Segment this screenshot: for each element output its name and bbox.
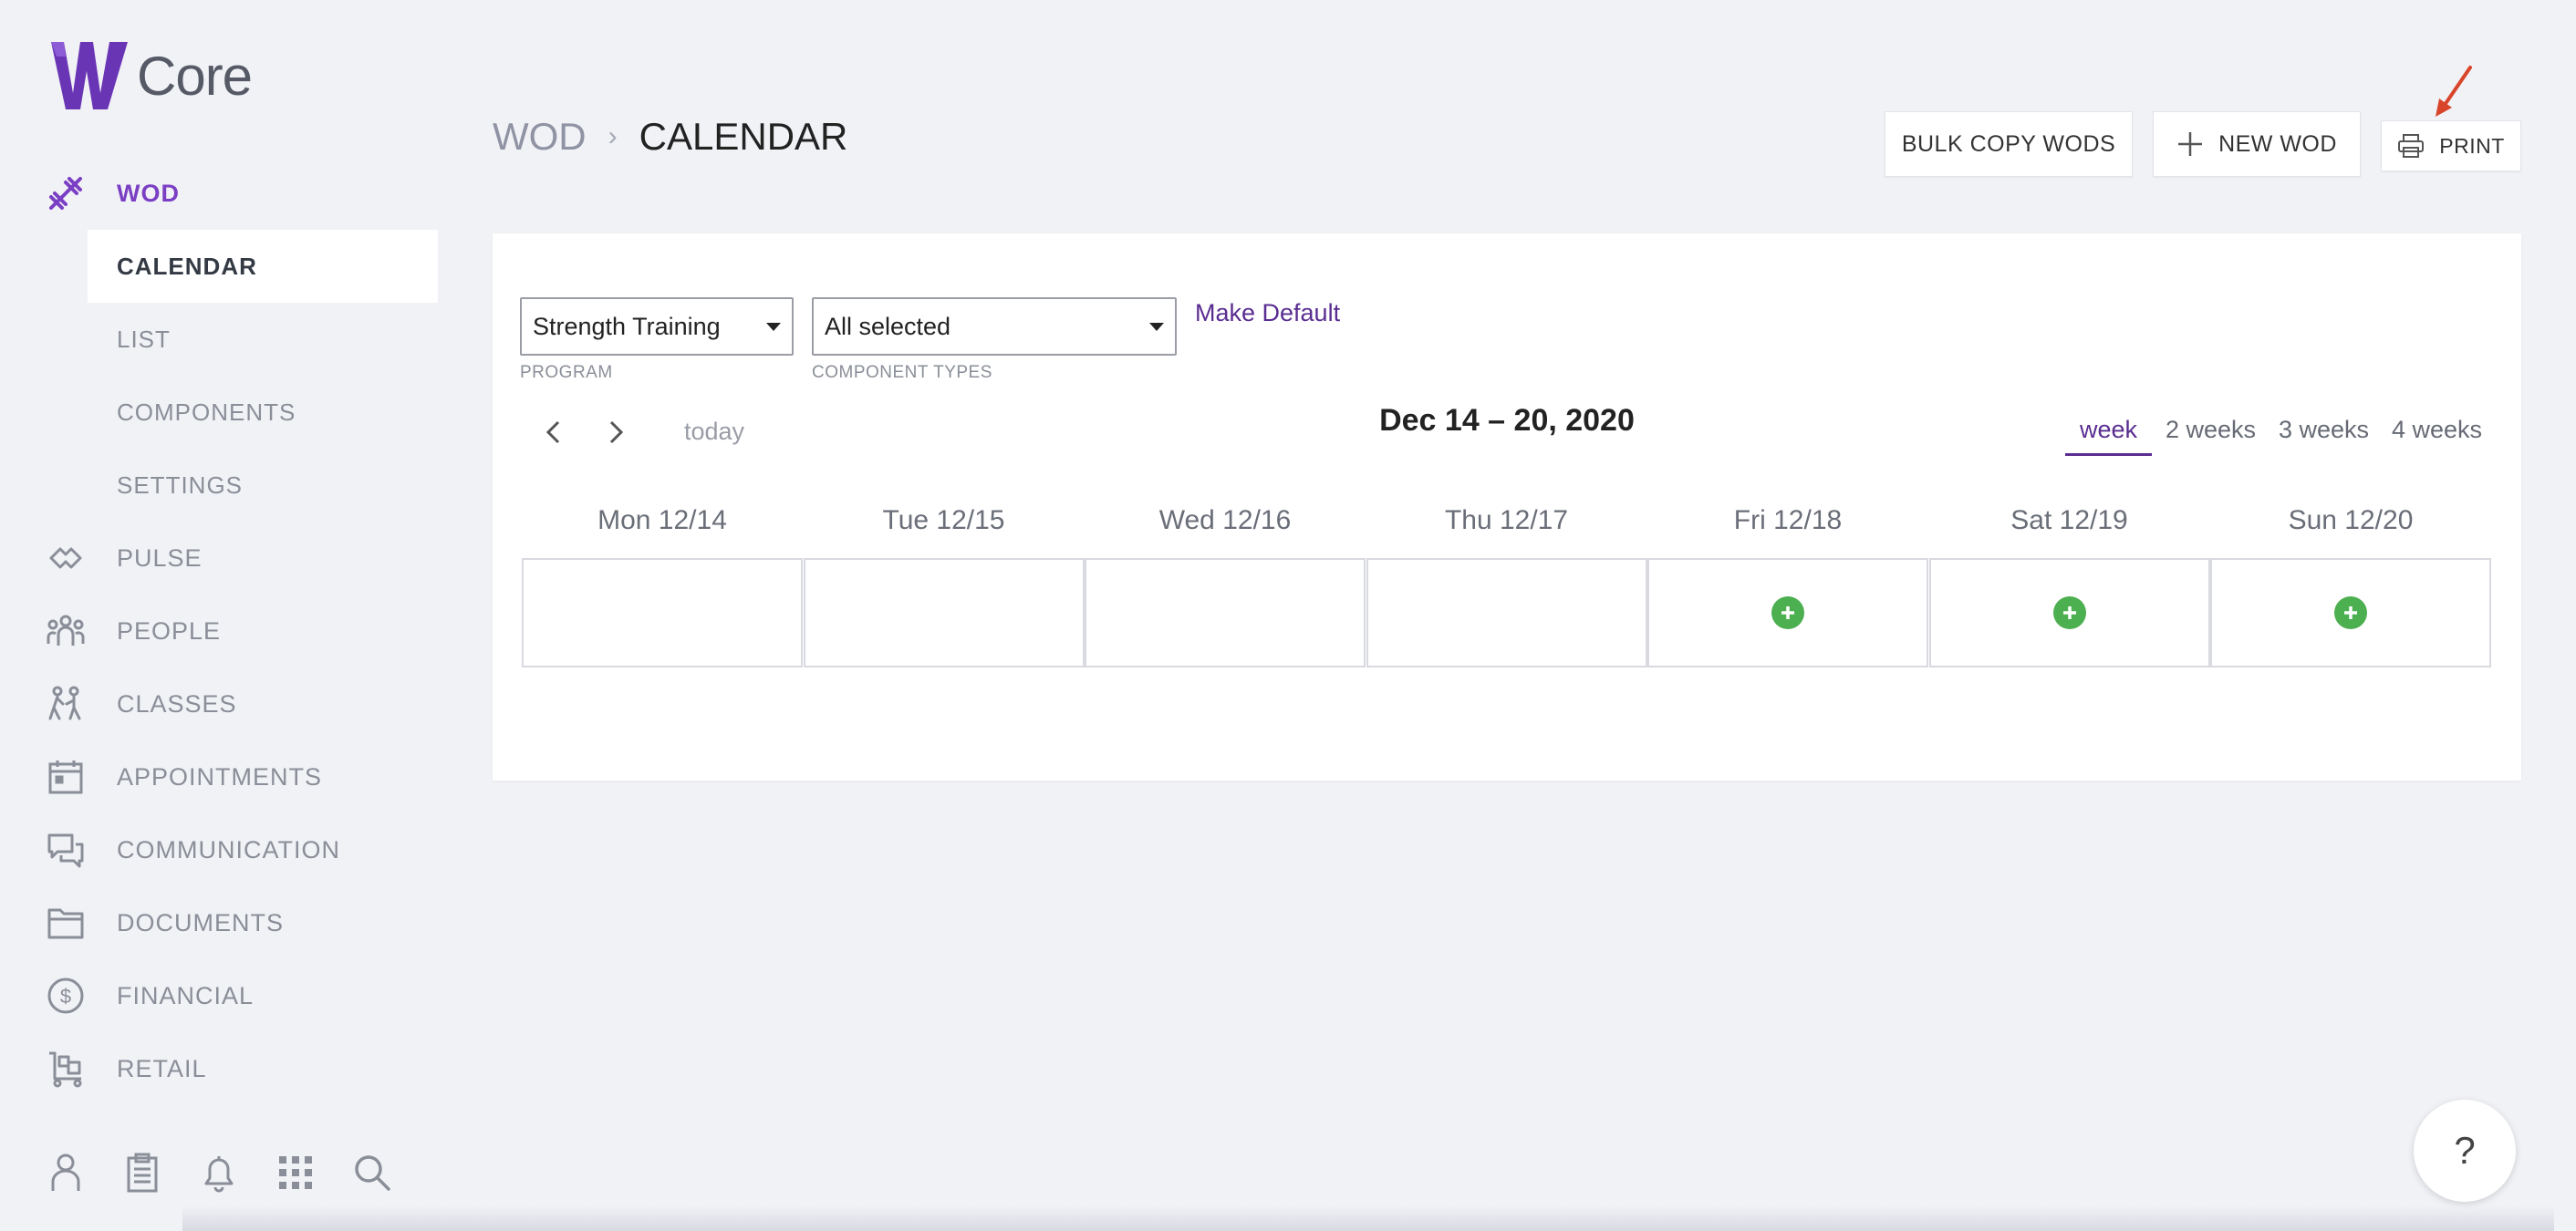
sidebar-item-classes[interactable]: CLASSES (0, 667, 438, 740)
plus-icon (2176, 130, 2204, 158)
cart-icon (44, 1047, 88, 1091)
view-tab-week[interactable]: week (2065, 416, 2153, 456)
breadcrumb-separator-icon: › (608, 121, 618, 151)
make-default-link[interactable]: Make Default (1195, 299, 1340, 327)
sidebar-subitem-settings[interactable]: SETTINGS (88, 449, 438, 522)
view-tab-2-weeks[interactable]: 2 weeks (2166, 416, 2256, 453)
day-cell[interactable] (1647, 558, 1928, 667)
logo[interactable]: Core (49, 38, 253, 113)
program-select[interactable]: Strength Training (520, 297, 794, 356)
add-wod-icon[interactable] (1771, 596, 1804, 629)
day-header: Wed 12/16 (1158, 505, 1292, 535)
sidebar-item-label: FINANCIAL (117, 981, 254, 1009)
sidebar-item-label: PULSE (117, 543, 203, 572)
dumbbell-icon (44, 171, 88, 215)
day-cell[interactable] (803, 558, 1085, 667)
sidebar-item-documents[interactable]: DOCUMENTS (0, 886, 438, 959)
sidebar-item-label: COMPONENTS (117, 398, 296, 426)
sidebar-item-communication[interactable]: COMMUNICATION (0, 813, 438, 886)
print-button[interactable]: PRINT (2381, 120, 2521, 171)
sidebar-item-label: WOD (117, 179, 180, 207)
caret-down-icon (766, 323, 781, 331)
day-header: Sun 12/20 (2288, 505, 2414, 535)
bulk-copy-wods-label: BULK COPY WODS (1901, 130, 2116, 157)
sidebar-item-label: DOCUMENTS (117, 908, 284, 936)
sidebar-item-pulse[interactable]: PULSE (0, 522, 438, 595)
new-wod-label: NEW WOD (2218, 130, 2337, 157)
sidebar-item-wod[interactable]: WOD (0, 157, 438, 230)
view-tab-4-weeks[interactable]: 4 weeks (2392, 416, 2482, 453)
day-cell[interactable] (1085, 558, 1366, 667)
sidebar-item-label: CALENDAR (117, 252, 257, 280)
day-header: Thu 12/17 (1444, 505, 1569, 535)
day-header: Fri 12/18 (1733, 505, 1843, 535)
page-title: CALENDAR (639, 115, 848, 158)
day-header: Tue 12/15 (882, 505, 1005, 535)
sidebar-item-label: SETTINGS (117, 471, 244, 499)
breadcrumb-root[interactable]: WOD (493, 115, 587, 159)
user-icon[interactable] (44, 1151, 88, 1195)
sidebar-item-label: RETAIL (117, 1054, 207, 1082)
sidebar-item-label: PEOPLE (117, 616, 222, 645)
sidebar-item-label: APPOINTMENTS (117, 762, 323, 791)
component-types-select[interactable]: All selected (812, 297, 1177, 356)
sidebar-item-retail[interactable]: RETAIL (0, 1032, 438, 1105)
grid-icon[interactable] (274, 1151, 317, 1195)
sidebar-item-label: CLASSES (117, 689, 237, 718)
sidebar-bottom-toolbar (44, 1151, 394, 1195)
classes-icon (44, 682, 88, 726)
bell-icon[interactable] (197, 1151, 241, 1195)
brand-name: Core (137, 45, 253, 107)
folder-icon (44, 901, 88, 945)
day-header: Mon 12/14 (597, 505, 727, 535)
sidebar-item-label: COMMUNICATION (117, 835, 340, 864)
calendar-card: Strength Training PROGRAM All selected C… (493, 233, 2521, 781)
sidebar-subitem-components[interactable]: COMPONENTS (88, 376, 438, 449)
new-wod-button[interactable]: NEW WOD (2153, 111, 2361, 177)
print-label: PRINT (2439, 133, 2505, 158)
sidebar-subitem-list[interactable]: LIST (88, 303, 438, 376)
bulk-copy-wods-button[interactable]: BULK COPY WODS (1885, 111, 2133, 177)
day-header: Sat 12/19 (2010, 505, 2128, 535)
handshake-icon (44, 536, 88, 580)
clipboard-icon[interactable] (120, 1151, 164, 1195)
sidebar-item-financial[interactable]: $ FINANCIAL (0, 959, 438, 1032)
sidebar-item-label: LIST (117, 325, 171, 353)
chat-icon (44, 828, 88, 872)
caret-down-icon (1149, 323, 1164, 331)
calendar-icon (44, 755, 88, 799)
view-tab-3-weeks[interactable]: 3 weeks (2279, 416, 2369, 453)
add-wod-icon[interactable] (2052, 596, 2086, 629)
arrow-annotation-icon (2436, 66, 2472, 117)
component-types-caption: COMPONENT TYPES (812, 363, 992, 382)
day-cell[interactable] (1928, 558, 2210, 667)
component-types-select-value: All selected (825, 312, 951, 340)
sidebar: Core WOD CALENDAR LIST COMPONENTS SETTIN… (0, 0, 447, 1231)
program-caption: PROGRAM (520, 363, 613, 382)
sidebar-item-appointments[interactable]: APPOINTMENTS (0, 740, 438, 813)
sidebar-item-people[interactable]: PEOPLE (0, 595, 438, 667)
people-icon (44, 609, 88, 653)
day-cell[interactable] (1366, 558, 1647, 667)
sidebar-subitem-calendar[interactable]: CALENDAR (88, 230, 438, 303)
day-cell[interactable] (522, 558, 803, 667)
dollar-icon: $ (44, 974, 88, 1018)
svg-text:$: $ (60, 985, 71, 1008)
day-cell[interactable] (2210, 558, 2491, 667)
logo-mark (51, 42, 128, 109)
breadcrumb: WOD › CALENDAR (493, 115, 847, 159)
add-wod-icon[interactable] (2334, 596, 2367, 629)
printer-icon (2397, 133, 2425, 159)
help-button[interactable]: ? (2414, 1100, 2516, 1202)
bottom-shadow (182, 1205, 2554, 1231)
program-select-value: Strength Training (533, 312, 721, 340)
search-icon[interactable] (350, 1151, 394, 1195)
